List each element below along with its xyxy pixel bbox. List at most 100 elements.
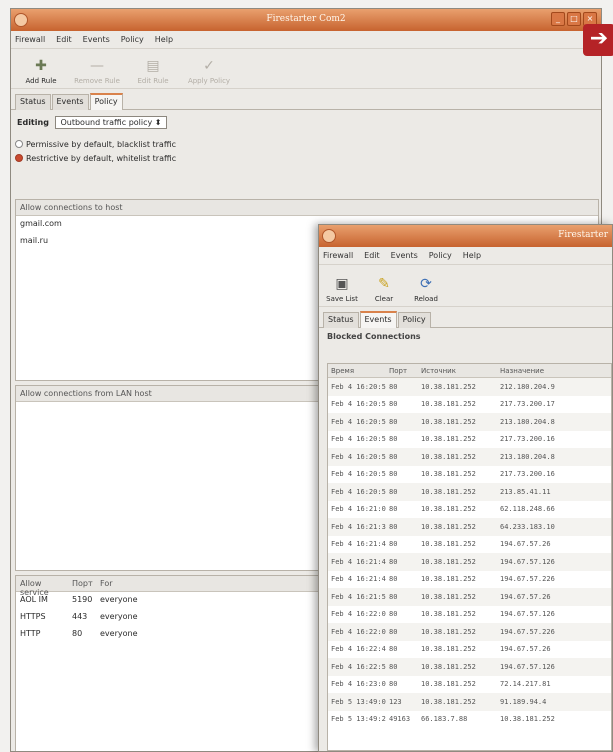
firestarter-events-window: Firestarter Firewall Edit Events Policy … <box>318 224 613 752</box>
table-row[interactable]: Feb 4 16:20:52 80 10.38.181.252 217.73.200.… <box>328 431 611 449</box>
events-titlebar[interactable]: Firestarter <box>319 225 612 247</box>
cell-time: Feb 4 16:20:52 <box>331 452 386 461</box>
table-row[interactable]: Feb 4 16:20:56 80 10.38.181.252 213.85.41.1… <box>328 483 611 501</box>
cell-destination: 194.67.57.26 <box>500 645 551 654</box>
col-port[interactable]: Порт <box>72 579 100 588</box>
tab-policy[interactable]: Policy <box>397 312 431 328</box>
cell-destination: 10.38.181.252 <box>500 715 555 724</box>
table-row[interactable]: Feb 5 13:49:25 49163 66.183.7.88 10.38.181.… <box>328 711 611 729</box>
app-icon <box>322 229 336 243</box>
menu-firewall[interactable]: Firewall <box>323 251 353 260</box>
service-port: 5190 <box>72 595 93 604</box>
main-titlebar[interactable]: Firestarter Com2 _ □ × <box>11 9 601 31</box>
blocked-connections-table[interactable]: Время Порт Источник Назначение Feb 4 16:… <box>327 363 612 751</box>
tab-policy[interactable]: Policy <box>89 93 123 110</box>
table-row[interactable]: Feb 4 16:22:52 80 10.38.181.252 194.67.57.1… <box>328 658 611 676</box>
maximize-icon[interactable]: □ <box>567 12 581 26</box>
events-toolbar: ▣ Save List ✎ Clear ⟳ Reload <box>319 265 612 307</box>
cell-source: 10.38.181.252 <box>421 697 476 706</box>
table-row[interactable]: Feb 4 16:20:52 80 10.38.181.252 212.180.204… <box>328 378 611 396</box>
save-list-button[interactable]: ▣ Save List <box>325 275 359 303</box>
table-row[interactable]: Feb 4 16:20:52 80 10.38.181.252 217.73.200.… <box>328 396 611 414</box>
cell-port: 80 <box>389 435 398 444</box>
cell-port: 49163 <box>389 715 411 724</box>
cell-port: 80 <box>389 505 398 514</box>
table-row[interactable]: Feb 4 16:21:35 80 10.38.181.252 64.233.183.… <box>328 518 611 536</box>
table-row[interactable]: Feb 4 16:20:55 80 10.38.181.252 217.73.200.… <box>328 466 611 484</box>
radio-restrictive[interactable]: Restrictive by default, whitelist traffi… <box>11 151 601 168</box>
cell-port: 80 <box>389 417 398 426</box>
minimize-icon[interactable]: _ <box>551 12 565 26</box>
table-row[interactable]: Feb 4 16:22:02 80 10.38.181.252 194.67.57.1… <box>328 606 611 624</box>
cell-time: Feb 4 16:22:02 <box>331 610 386 619</box>
menu-firewall[interactable]: Firewall <box>15 35 45 44</box>
cell-source: 10.38.181.252 <box>421 470 476 479</box>
cell-time: Feb 4 16:20:52 <box>331 435 386 444</box>
table-row[interactable]: Feb 4 16:20:52 80 10.38.181.252 213.180.204… <box>328 413 611 431</box>
menu-edit[interactable]: Edit <box>364 251 380 260</box>
tab-status[interactable]: Status <box>15 94 51 110</box>
apply-policy-label: Apply Policy <box>187 77 231 85</box>
cell-port: 80 <box>389 452 398 461</box>
col-for[interactable]: For <box>100 579 113 588</box>
table-row[interactable]: Feb 4 16:21:43 80 10.38.181.252 194.67.57.1… <box>328 553 611 571</box>
cell-destination: 213.180.204.8 <box>500 452 555 461</box>
policy-select[interactable]: Outbound traffic policy ⬍ <box>55 116 167 129</box>
col-port[interactable]: Порт <box>386 367 418 375</box>
col-service[interactable]: Allow service <box>20 579 72 597</box>
main-tabs: Status Events Policy <box>11 89 601 110</box>
col-source[interactable]: Источник <box>418 367 497 375</box>
menu-edit[interactable]: Edit <box>56 35 72 44</box>
menu-events[interactable]: Events <box>83 35 110 44</box>
tab-events[interactable]: Events <box>359 311 397 328</box>
tab-events[interactable]: Events <box>51 94 89 110</box>
cell-destination: 64.233.183.10 <box>500 522 555 531</box>
apply-policy-button[interactable]: ✓ Apply Policy <box>185 57 233 85</box>
cell-time: Feb 4 16:20:52 <box>331 382 386 391</box>
table-row[interactable]: Feb 4 16:21:40 80 10.38.181.252 194.67.57.2… <box>328 536 611 554</box>
cell-port: 80 <box>389 522 398 531</box>
table-row[interactable]: Feb 4 16:23:00 80 10.38.181.252 72.14.217.8… <box>328 676 611 694</box>
cell-destination: 194.67.57.126 <box>500 557 555 566</box>
table-row[interactable]: Feb 4 16:20:52 80 10.38.181.252 213.180.204… <box>328 448 611 466</box>
tab-status[interactable]: Status <box>323 312 359 328</box>
table-row[interactable]: Feb 4 16:21:45 80 10.38.181.252 194.67.57.2… <box>328 571 611 589</box>
remove-rule-button[interactable]: — Remove Rule <box>73 57 121 85</box>
menu-help[interactable]: Help <box>155 35 173 44</box>
service-name: HTTPS <box>20 612 46 621</box>
table-row[interactable]: Feb 4 16:22:05 80 10.38.181.252 194.67.57.2… <box>328 623 611 641</box>
clear-button[interactable]: ✎ Clear <box>367 275 401 303</box>
service-for: everyone <box>100 612 138 621</box>
table-row[interactable]: Feb 4 16:21:59 80 10.38.181.252 194.67.57.2… <box>328 588 611 606</box>
table-header: Время Порт Источник Назначение <box>328 364 611 378</box>
menu-policy[interactable]: Policy <box>121 35 144 44</box>
service-name: HTTP <box>20 629 41 638</box>
editing-label: Editing <box>17 118 49 127</box>
radio-permissive-icon[interactable] <box>15 140 23 148</box>
table-row[interactable]: Feb 5 13:49:02 123 10.38.181.252 91.189.94.… <box>328 693 611 711</box>
cell-time: Feb 4 16:20:52 <box>331 400 386 409</box>
hosts-header[interactable]: Allow connections to host <box>16 200 598 216</box>
minus-icon: — <box>90 58 104 74</box>
table-row[interactable]: Feb 4 16:22:49 80 10.38.181.252 194.67.57.2… <box>328 641 611 659</box>
radio-restrictive-icon[interactable] <box>15 154 23 162</box>
cell-source: 10.38.181.252 <box>421 680 476 689</box>
arrow-right-icon: ➔ <box>583 24 613 56</box>
cell-destination: 91.189.94.4 <box>500 697 547 706</box>
menu-events[interactable]: Events <box>391 251 418 260</box>
cell-destination: 72.14.217.81 <box>500 680 551 689</box>
cell-destination: 213.85.41.11 <box>500 487 551 496</box>
col-time[interactable]: Время <box>328 367 386 375</box>
cell-time: Feb 4 16:20:56 <box>331 487 386 496</box>
edit-icon: ▤ <box>146 58 160 74</box>
menu-help[interactable]: Help <box>463 251 481 260</box>
radio-permissive[interactable]: Permissive by default, blacklist traffic <box>11 134 601 151</box>
menu-policy[interactable]: Policy <box>429 251 452 260</box>
cell-source: 10.38.181.252 <box>421 627 476 636</box>
col-destination[interactable]: Назначение <box>497 367 611 375</box>
edit-rule-button[interactable]: ▤ Edit Rule <box>129 57 177 85</box>
reload-button[interactable]: ⟳ Reload <box>409 275 443 303</box>
add-rule-button[interactable]: ✚ Add Rule <box>17 57 65 85</box>
cell-source: 10.38.181.252 <box>421 382 476 391</box>
table-row[interactable]: Feb 4 16:21:05 80 10.38.181.252 62.118.248.… <box>328 501 611 519</box>
